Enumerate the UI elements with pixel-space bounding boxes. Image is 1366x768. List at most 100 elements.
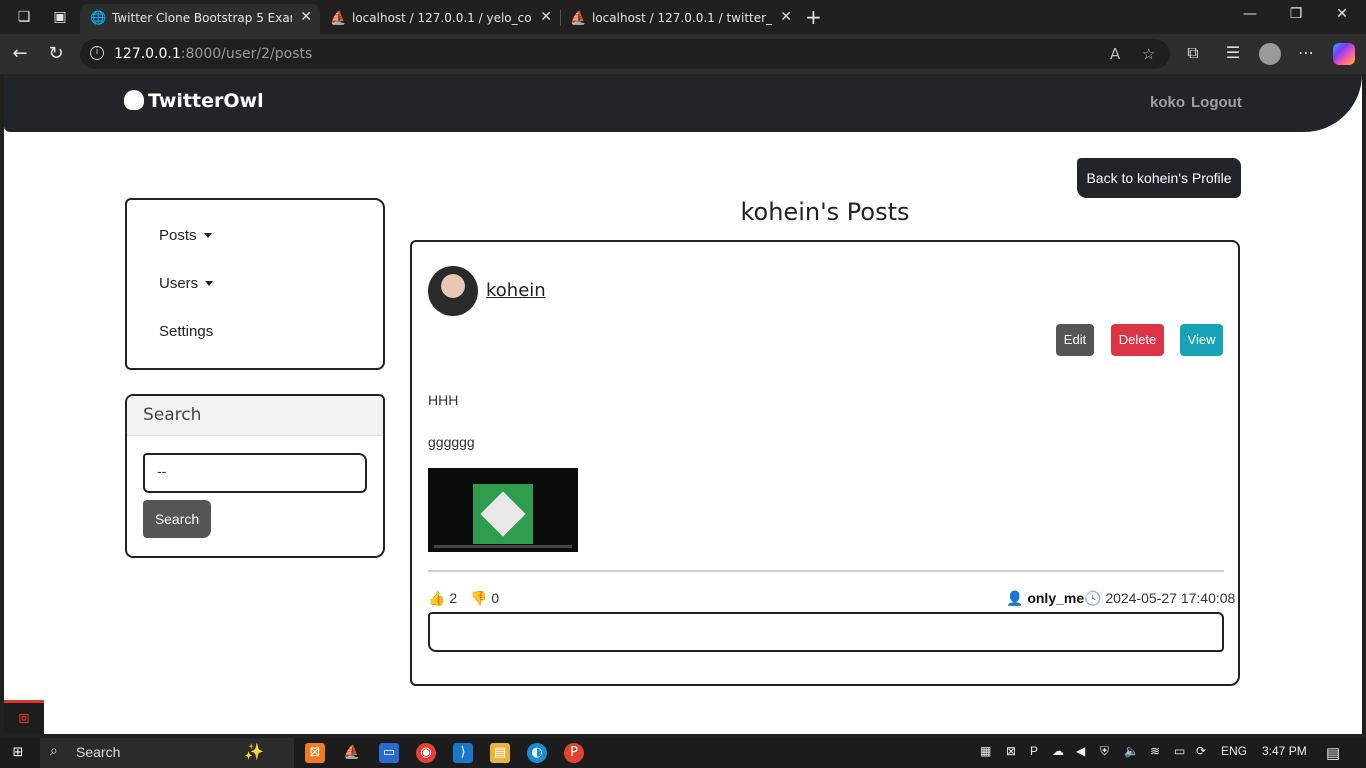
timestamp-text: 2024-05-27 17:40:08	[1105, 590, 1236, 606]
computer-icon[interactable]: ▭	[379, 743, 399, 763]
security-shield-icon[interactable]: ⛨	[1100, 744, 1109, 759]
url-host: 127.0.0.1	[114, 46, 181, 62]
close-tab-icon[interactable]: ✕	[300, 9, 312, 25]
sidebar-item-settings[interactable]: Settings	[159, 323, 213, 340]
vscode-icon[interactable]: ⟩	[453, 743, 473, 763]
sidebar-item-users[interactable]: Users	[159, 275, 214, 292]
clock-icon: 🕓	[1084, 590, 1102, 606]
sidebar-item-posts[interactable]: Posts	[159, 227, 212, 244]
workspaces-icon[interactable]: ❏	[14, 7, 34, 27]
back-to-profile-button[interactable]: Back to kohein's Profile	[1077, 158, 1241, 198]
globe-icon: 🌐	[90, 11, 107, 26]
board-center	[480, 491, 526, 537]
clock-time[interactable]: 3:47 PM	[1262, 744, 1307, 758]
taskbar-search-label: Search	[76, 744, 121, 760]
file-explorer-icon[interactable]: ▤	[490, 743, 510, 763]
laravel-debugbar-icon[interactable]: ⧈	[4, 700, 44, 734]
sidebar-item-label: Users	[159, 275, 199, 292]
refresh-icon[interactable]: ↻	[44, 43, 68, 64]
search-icon: ⌕	[50, 743, 58, 759]
url-path: :8000/user/2/posts	[180, 46, 313, 62]
close-tab-icon[interactable]: ✕	[780, 9, 792, 25]
close-tab-icon[interactable]: ✕	[540, 9, 552, 25]
profile-avatar-icon[interactable]	[1259, 43, 1281, 65]
language-indicator[interactable]: ENG	[1221, 744, 1247, 758]
tab-phpmyadmin-twitter[interactable]: ⛵ localhost / 127.0.0.1 / twitter_owl ✕	[560, 4, 800, 34]
xampp-icon[interactable]: ⊠	[305, 743, 325, 763]
edge-icon[interactable]: ◐	[527, 743, 547, 763]
board-graphic	[473, 484, 533, 544]
postman-icon[interactable]: P	[564, 743, 584, 763]
wifi-icon[interactable]: ≋	[1150, 744, 1160, 758]
tab-title: localhost / 127.0.0.1 / yelo_code_	[352, 11, 532, 25]
notification-icon[interactable]: ▤	[1326, 744, 1340, 762]
windows-start-icon[interactable]: ⊞	[8, 743, 28, 763]
tab-phpmyadmin-yelo[interactable]: ⛵ localhost / 127.0.0.1 / yelo_code_ ✕	[320, 4, 560, 34]
search-card-header: Search	[127, 396, 383, 436]
dislike-button[interactable]: 👎 0	[470, 590, 499, 607]
thumbs-down-icon: 👎	[470, 590, 488, 606]
nav-logout-link[interactable]: Logout	[1191, 94, 1242, 111]
comment-textarea[interactable]	[428, 612, 1224, 652]
browser-toolbar: ← ↻ i 127.0.0.1:8000/user/2/posts A ☆ ⧉ …	[0, 34, 1366, 74]
battery-icon[interactable]: ▭	[1174, 744, 1185, 758]
search-button[interactable]: Search	[143, 500, 211, 538]
speaker-muted-icon[interactable]: ◀	[1076, 744, 1085, 758]
brand-text: TwitterOwl	[148, 90, 264, 112]
display-icon[interactable]: ⟳	[1196, 744, 1206, 758]
favorites-icon[interactable]: ☰	[1222, 43, 1244, 62]
avatar[interactable]	[428, 266, 478, 316]
visibility-badge: 👤 only_me	[1006, 590, 1084, 607]
search-input[interactable]: --	[143, 453, 367, 493]
owl-icon	[124, 90, 144, 110]
thumbs-up-icon: 👍	[428, 590, 446, 606]
post-author-link[interactable]: kohein	[486, 280, 546, 301]
favorite-star-icon[interactable]: ☆	[1142, 45, 1155, 63]
sidebar-item-label: Settings	[159, 323, 214, 340]
read-aloud-icon[interactable]: A	[1110, 45, 1120, 63]
minimize-icon[interactable]: —	[1240, 6, 1260, 22]
visibility-text: only_me	[1027, 590, 1085, 606]
tray-app-icon[interactable]: ▦	[980, 744, 991, 758]
site-info-icon[interactable]: i	[90, 46, 104, 60]
sidebar-item-label: Posts	[159, 227, 197, 244]
new-tab-icon[interactable]: +	[805, 5, 822, 29]
close-window-icon[interactable]: ✕	[1332, 6, 1352, 22]
brand-logo[interactable]: TwitterOwl	[124, 90, 264, 112]
phpmyadmin-icon: ⛵	[330, 11, 347, 26]
tray-postman-icon[interactable]: P	[1030, 744, 1038, 758]
tray-xampp-icon[interactable]: ⊠	[1006, 744, 1016, 758]
url-text[interactable]: 127.0.0.1:8000/user/2/posts	[114, 46, 312, 62]
search-card: Search -- Search	[125, 394, 385, 558]
web-page: TwitterOwl koko Logout Back to kohein's …	[4, 74, 1362, 734]
edit-button[interactable]: Edit	[1056, 324, 1094, 356]
nav-username-link[interactable]: koko	[1150, 94, 1185, 111]
caret-down-icon	[203, 233, 212, 238]
phpmyadmin-taskbar-icon[interactable]: ⛵	[342, 743, 362, 763]
browser-tab-strip: ❏ ▣ 🌐 Twitter Clone Bootstrap 5 Example …	[0, 0, 1366, 34]
like-button[interactable]: 👍 2	[428, 590, 457, 607]
taskbar-search[interactable]: ⌕ Search ✨	[40, 738, 294, 768]
back-arrow-icon[interactable]: ←	[8, 43, 32, 64]
phpmyadmin-icon: ⛵	[570, 11, 587, 26]
delete-button[interactable]: Delete	[1111, 324, 1164, 356]
post-image[interactable]	[428, 468, 578, 552]
copilot-icon[interactable]	[1333, 43, 1355, 65]
view-button[interactable]: View	[1180, 324, 1223, 356]
restore-icon[interactable]: ❐	[1286, 6, 1306, 22]
tab-title: localhost / 127.0.0.1 / twitter_owl	[592, 11, 772, 25]
volume-icon[interactable]: 🔈	[1124, 744, 1139, 758]
post-body: gggggg	[428, 434, 475, 450]
caret-down-icon	[205, 281, 214, 286]
tab-actions-icon[interactable]: ▣	[50, 7, 70, 27]
tab-title: Twitter Clone Bootstrap 5 Example	[112, 11, 292, 25]
sparkle-icon: ✨	[244, 742, 264, 761]
chrome-icon[interactable]: ◉	[416, 743, 436, 763]
more-menu-icon[interactable]: ⋯	[1295, 43, 1317, 62]
cloud-icon[interactable]: ☁	[1052, 744, 1064, 758]
address-bar[interactable]: i 127.0.0.1:8000/user/2/posts A ☆	[80, 39, 1170, 69]
tab-twitter-clone[interactable]: 🌐 Twitter Clone Bootstrap 5 Example ✕	[80, 4, 320, 34]
extensions-icon[interactable]: ⧉	[1182, 43, 1204, 63]
dislike-count: 0	[491, 590, 500, 606]
post-title: HHH	[428, 392, 459, 408]
